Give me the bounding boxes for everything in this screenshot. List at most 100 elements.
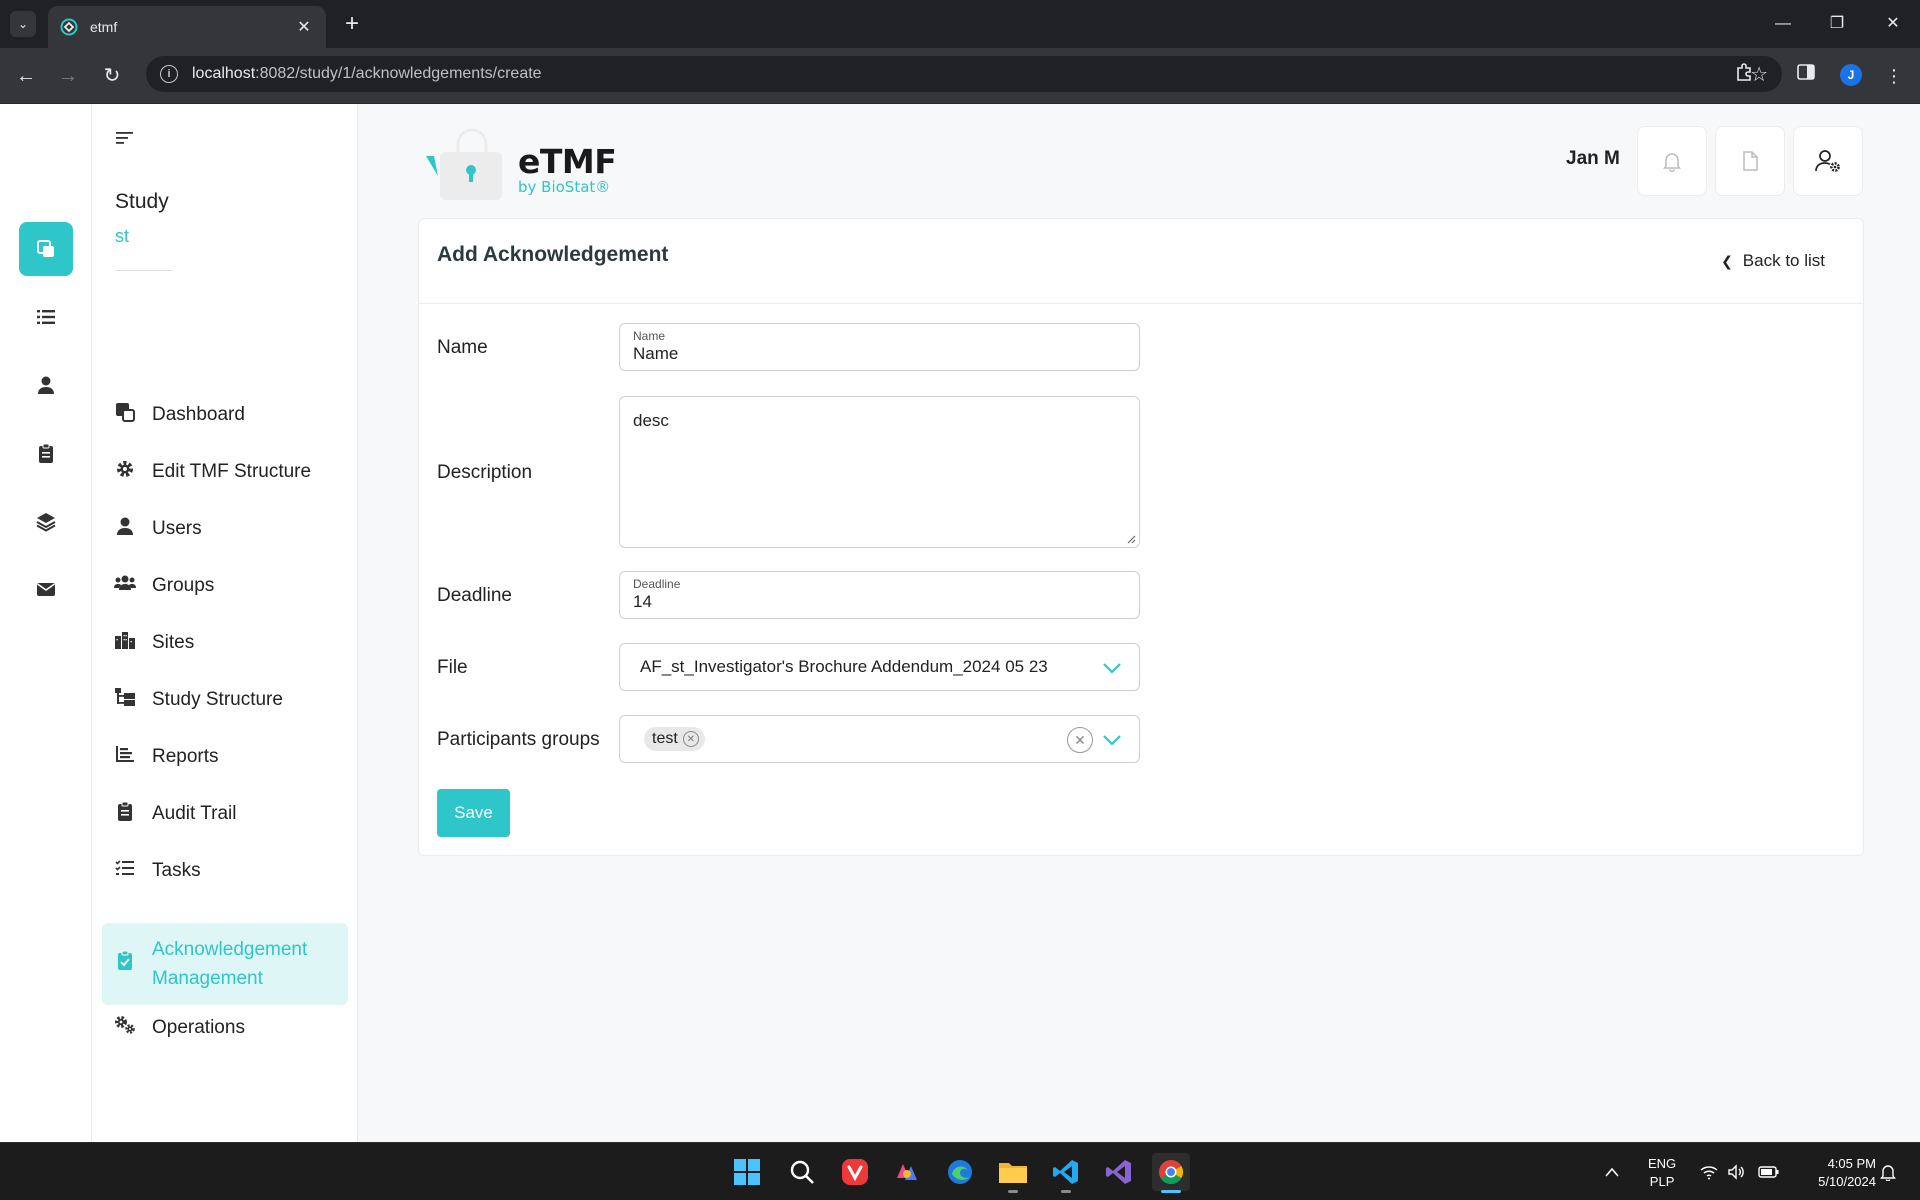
sidebar-item-acknowledgement-management[interactable]: Acknowledgement Management — [102, 923, 348, 1005]
browser-tab[interactable]: etmf ✕ — [48, 6, 326, 48]
chrome-app[interactable] — [1152, 1153, 1190, 1193]
sidebar-item-label: Sites — [152, 632, 195, 653]
notifications-button[interactable] — [1637, 126, 1707, 196]
name-field[interactable]: Name Name — [619, 323, 1140, 371]
system-clock[interactable]: 4:05 PM 5/10/2024 — [1796, 1155, 1876, 1191]
volume-icon[interactable] — [1728, 1143, 1746, 1200]
gear-icon — [114, 458, 136, 480]
show-hidden-icons[interactable] — [1604, 1143, 1620, 1200]
sidebar: Study st Dashboard Edit TMF Structure Us… — [92, 104, 358, 1142]
profile-avatar[interactable]: J — [1840, 64, 1862, 86]
rail-mail-button[interactable] — [19, 562, 73, 616]
window-close-icon[interactable]: ✕ — [1878, 10, 1908, 38]
etmf-logo[interactable]: eTMF by BioStat® — [426, 126, 626, 202]
sidebar-item-label: Dashboard — [152, 404, 245, 425]
windows-taskbar: ENG PLP 4:05 PM 5/10/2024 — [0, 1142, 1920, 1200]
vivaldi-icon — [842, 1159, 868, 1185]
tab-search-button[interactable]: ⌄ — [10, 11, 36, 37]
address-bar[interactable]: i localhost:8082/study/1/acknowledgement… — [146, 56, 1782, 92]
sidebar-item-dashboard[interactable]: Dashboard — [102, 400, 348, 429]
sidebar-item-label: Edit TMF Structure — [152, 461, 312, 482]
reload-icon[interactable]: ↻ — [98, 62, 126, 90]
new-tab-button[interactable]: + — [338, 10, 366, 38]
chip-remove-icon[interactable]: ✕ — [682, 731, 699, 747]
sidebar-item-operations[interactable]: Operations — [102, 1013, 348, 1042]
name-float-label: Name — [633, 329, 666, 343]
deadline-field[interactable]: Deadline 14 — [619, 571, 1140, 619]
input-language[interactable]: ENG PLP — [1648, 1155, 1676, 1191]
rail-study-button[interactable] — [19, 222, 73, 276]
rail-user-button[interactable] — [19, 358, 73, 412]
document-icon — [1743, 151, 1758, 171]
copilot-icon — [897, 1164, 917, 1180]
reports-icon — [114, 743, 136, 765]
sidebar-item-sites[interactable]: Sites — [102, 628, 348, 657]
clock-date: 5/10/2024 — [1818, 1174, 1876, 1189]
deadline-label: Deadline — [437, 585, 512, 606]
back-arrow-icon[interactable]: ← — [12, 62, 40, 90]
start-button[interactable] — [728, 1153, 766, 1191]
running-indicator — [1061, 1190, 1071, 1193]
collapse-menu-icon[interactable] — [116, 130, 134, 146]
group-chip: test ✕ — [644, 727, 705, 751]
forward-arrow-icon[interactable]: → — [54, 62, 82, 90]
clipboard-check-icon — [114, 949, 136, 971]
sidebar-item-study-structure[interactable]: Study Structure — [102, 685, 348, 714]
icon-rail — [0, 104, 92, 1142]
sidebar-item-label: Tasks — [152, 860, 201, 881]
sidebar-item-label: Study Structure — [152, 689, 283, 710]
description-textarea[interactable]: desc — [619, 396, 1140, 548]
sidebar-item-reports[interactable]: Reports — [102, 742, 348, 771]
page-title: Add Acknowledgement — [437, 243, 669, 266]
visual-studio-app[interactable] — [1100, 1153, 1138, 1191]
side-panel-icon[interactable] — [1792, 62, 1820, 90]
running-indicator — [1008, 1190, 1018, 1193]
save-button[interactable]: Save — [437, 789, 510, 837]
name-value: Name — [633, 344, 679, 363]
sidebar-item-audit-trail[interactable]: Audit Trail — [102, 799, 348, 828]
file-explorer-app[interactable] — [994, 1153, 1032, 1193]
site-info-icon[interactable]: i — [160, 65, 178, 83]
resize-handle-icon[interactable] — [1126, 534, 1136, 544]
description-label: Description — [437, 462, 533, 483]
app-page: Study st Dashboard Edit TMF Structure Us… — [0, 104, 1920, 1142]
rail-layers-button[interactable] — [19, 494, 73, 548]
chevron-left-icon: ❮ — [1721, 252, 1733, 269]
tab-close-icon[interactable]: ✕ — [294, 17, 314, 37]
bell-icon — [1663, 153, 1681, 172]
chevron-down-icon[interactable] — [1101, 729, 1123, 751]
vivaldi-app[interactable] — [836, 1153, 874, 1191]
rail-list-button[interactable] — [19, 290, 73, 344]
sites-icon — [114, 629, 136, 651]
edge-app[interactable] — [941, 1153, 979, 1191]
file-select[interactable]: AF_st_Investigator's Brochure Addendum_2… — [619, 643, 1140, 691]
extensions-icon[interactable] — [1730, 62, 1758, 90]
user-name: Jan M — [1566, 148, 1620, 169]
notification-center-icon[interactable] — [1880, 1143, 1896, 1200]
minimize-icon[interactable]: — — [1768, 10, 1798, 38]
study-name[interactable]: st — [115, 226, 129, 247]
sidebar-item-edit-tmf-structure[interactable]: Edit TMF Structure — [102, 457, 348, 486]
browser-menu-icon[interactable]: ⋮ — [1880, 62, 1908, 90]
sidebar-item-label: Audit Trail — [152, 803, 237, 824]
taskbar-search-button[interactable] — [783, 1153, 821, 1191]
battery-icon[interactable] — [1758, 1143, 1780, 1200]
copilot-app[interactable] — [888, 1153, 926, 1191]
back-to-list-link[interactable]: ❮ Back to list — [1721, 251, 1825, 271]
user-settings-button[interactable] — [1793, 126, 1863, 196]
documents-button[interactable] — [1715, 126, 1785, 196]
layers-icon — [36, 513, 56, 532]
edge-icon — [948, 1160, 972, 1184]
vscode-app[interactable] — [1047, 1153, 1085, 1193]
rail-clipboard-button[interactable] — [19, 426, 73, 480]
sidebar-item-label: Operations — [152, 1017, 245, 1038]
clear-selection-icon[interactable]: ✕ — [1067, 727, 1093, 753]
participants-groups-multiselect[interactable]: test ✕ ✕ — [619, 715, 1140, 763]
restore-icon[interactable]: ❐ — [1822, 10, 1852, 38]
sidebar-item-groups[interactable]: Groups — [102, 571, 348, 600]
chevron-down-icon[interactable] — [1101, 657, 1123, 679]
deadline-float-label: Deadline — [633, 577, 681, 591]
sidebar-item-users[interactable]: Users — [102, 514, 348, 543]
sidebar-item-tasks[interactable]: Tasks — [102, 856, 348, 885]
wifi-icon[interactable] — [1700, 1143, 1718, 1200]
